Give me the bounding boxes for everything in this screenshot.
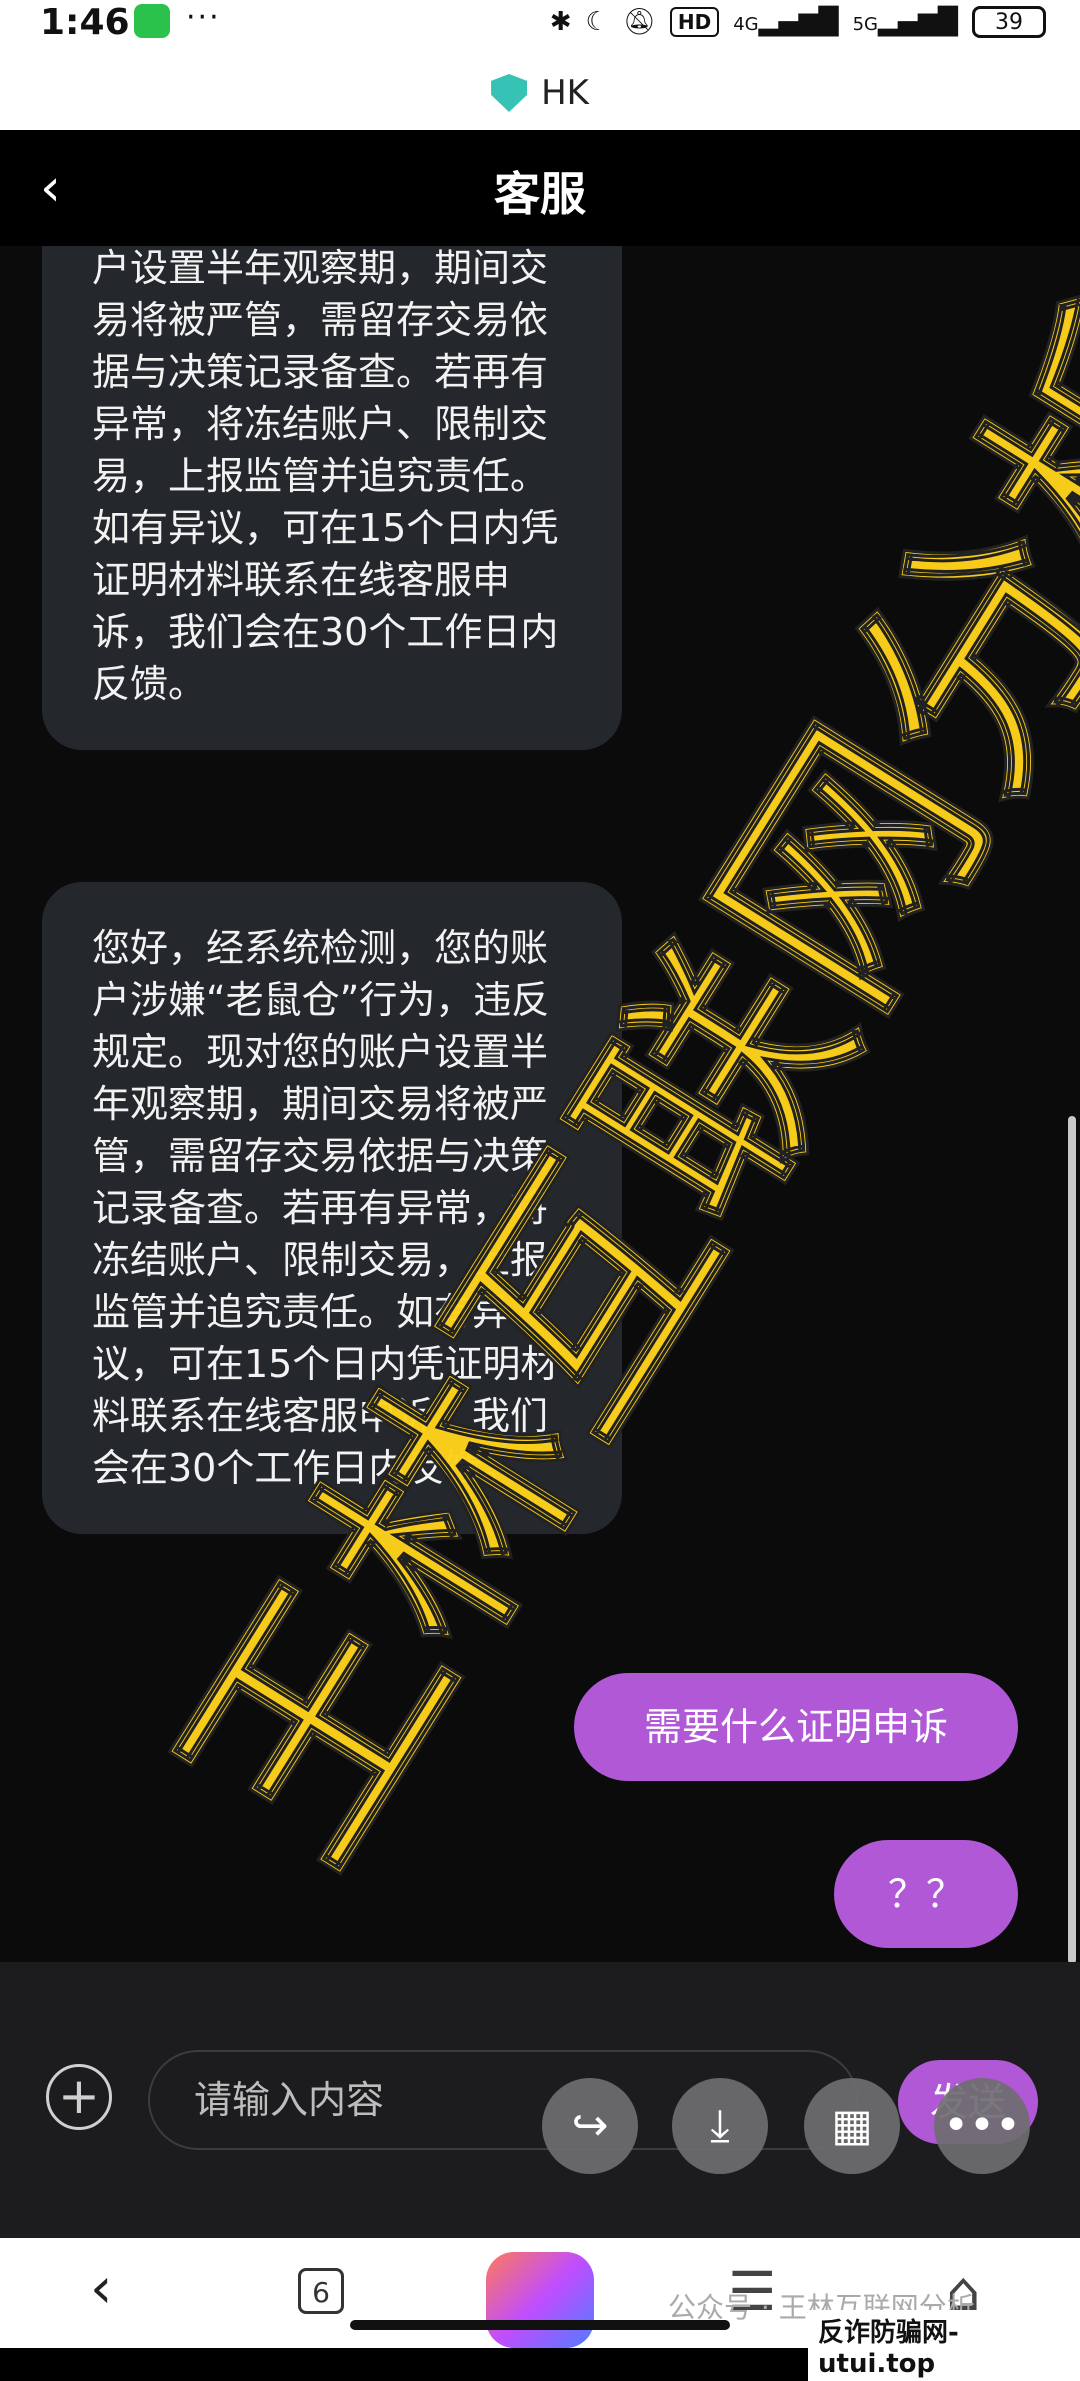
page-title: 客服 — [494, 167, 586, 221]
home-indicator — [350, 2320, 730, 2330]
browser-app-icon[interactable] — [486, 2252, 594, 2348]
incoming-message: 为，违反规定。现对您的账户设置半年观察期，期间交易将被严管，需留存交易依据与决策… — [42, 246, 622, 750]
browser-url-bar[interactable]: HK — [0, 56, 1080, 130]
url-label: HK — [541, 73, 589, 113]
apps-grid-icon[interactable]: ▦ — [804, 2078, 900, 2174]
share-icon[interactable]: ↪ — [542, 2078, 638, 2174]
battery-icon: 39 — [972, 6, 1046, 38]
tabs-count-button[interactable]: 6 — [298, 2268, 344, 2314]
hd-icon: HD — [669, 7, 720, 37]
app-header: ‹ 客服 — [0, 130, 1080, 246]
wechat-notification-icon — [134, 4, 170, 38]
do-not-disturb-icon: ☾ — [585, 7, 609, 37]
scrollbar[interactable] — [1068, 1116, 1076, 1964]
nav-back-icon[interactable]: ‹ — [90, 2256, 112, 2321]
status-bar: 1:46 ··· ✱ ☾ 🔕︎ HD 4G▂▄▆█ 5G▂▄▆█ 39 — [0, 0, 1080, 56]
more-icon[interactable]: ••• — [934, 2078, 1030, 2174]
bluetooth-icon: ✱ — [549, 7, 572, 37]
mute-icon: 🔕︎ — [622, 7, 656, 37]
status-time: 1:46 — [40, 2, 130, 43]
signal-4g-icon: 4G▂▄▆█ — [733, 7, 839, 37]
add-attachment-button[interactable]: + — [46, 2064, 112, 2130]
site-watermark: 反诈防骗网-utui.top — [808, 2310, 1080, 2381]
outgoing-message: ？？ — [834, 1840, 1018, 1948]
more-notifications-icon: ··· — [186, 0, 221, 35]
status-icons: ✱ ☾ 🔕︎ HD 4G▂▄▆█ 5G▂▄▆█ 39 — [550, 2, 1046, 42]
signal-5g-icon: 5G▂▄▆█ — [852, 7, 958, 37]
outgoing-message: 需要什么证明申诉 — [574, 1673, 1018, 1781]
secure-shield-icon — [491, 74, 528, 112]
download-icon[interactable]: ⤓ — [672, 2078, 768, 2174]
